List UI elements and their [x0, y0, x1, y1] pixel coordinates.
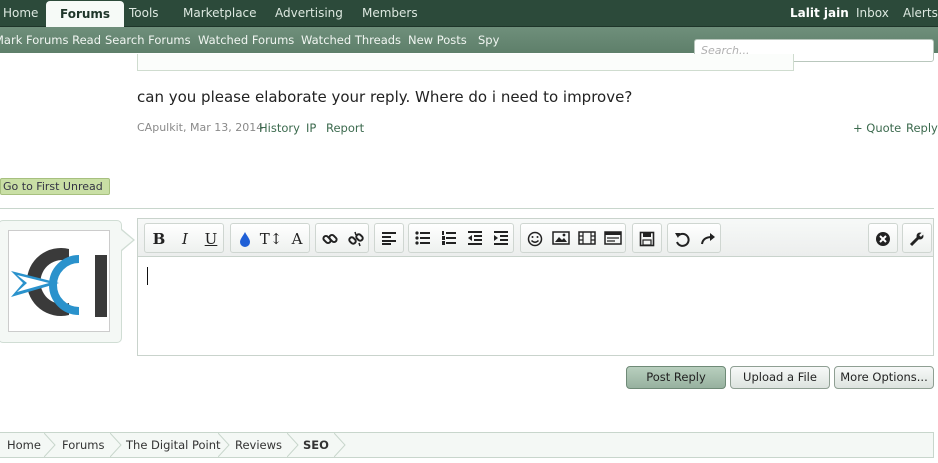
breadcrumb-chevron-icon [218, 433, 230, 457]
post-meta: CApulkit, Mar 13, 2014 [137, 121, 263, 134]
inbox-link[interactable]: Inbox [856, 0, 889, 27]
reply-editor-textarea[interactable] [137, 256, 934, 356]
undo-icon[interactable] [670, 228, 694, 250]
watched-threads-link[interactable]: Watched Threads [301, 27, 401, 53]
editor-toolbar: B I U T↕ A [137, 218, 934, 256]
post-date-link[interactable]: Mar 13, 2014 [190, 121, 263, 134]
tab-forums[interactable]: Forums [46, 1, 125, 28]
outdent-icon[interactable] [463, 228, 487, 250]
post-message-text: can you please elaborate your reply. Whe… [137, 88, 633, 106]
breadcrumb-chevron-icon [334, 433, 346, 457]
mark-forums-read-link[interactable]: Mark Forums Read [0, 27, 101, 53]
wrench-icon[interactable] [905, 228, 929, 250]
go-to-first-unread-button[interactable]: Go to First Unread [0, 178, 110, 195]
image-icon[interactable] [549, 228, 573, 250]
meta-separator: , [182, 121, 190, 134]
tab-members[interactable]: Members [362, 0, 418, 27]
quote-link[interactable]: + Quote [853, 121, 901, 135]
save-draft-icon[interactable] [635, 228, 659, 250]
avatar-card-pointer [121, 230, 133, 250]
toolbar-group-text-style: B I U [144, 223, 224, 253]
breadcrumb-chevron-icon [110, 433, 122, 457]
redo-icon[interactable] [696, 228, 720, 250]
bold-icon[interactable]: B [147, 228, 171, 250]
breadcrumb-forums[interactable]: Forums [62, 433, 104, 457]
avatar-logo-icon [11, 248, 107, 317]
upload-file-button[interactable]: Upload a File [730, 366, 830, 389]
user-account-link[interactable]: Lalit jain [790, 0, 849, 27]
search-forums-link[interactable]: Search Forums [105, 27, 191, 53]
section-divider [0, 208, 934, 209]
post-reply-button[interactable]: Post Reply [626, 366, 726, 389]
media-icon[interactable] [575, 228, 599, 250]
code-icon[interactable] [601, 228, 625, 250]
spy-link[interactable]: Spy [478, 27, 499, 53]
breadcrumb-home[interactable]: Home [7, 433, 41, 457]
post-author-link[interactable]: CApulkit [137, 121, 183, 134]
toolbar-group-history [667, 223, 721, 253]
text-color-icon[interactable] [233, 228, 257, 250]
toolbar-group-draft [632, 223, 662, 253]
align-left-icon[interactable] [377, 228, 401, 250]
text-caret [147, 267, 148, 285]
more-options-button[interactable]: More Options... [834, 366, 934, 389]
breadcrumb: Home Forums The Digital Point Reviews SE… [0, 432, 934, 458]
new-posts-link[interactable]: New Posts [408, 27, 467, 53]
breadcrumb-seo[interactable]: SEO [303, 433, 329, 457]
avatar[interactable] [8, 230, 110, 332]
indent-icon[interactable] [489, 228, 513, 250]
toolbar-group-settings [902, 223, 932, 253]
toolbar-group-font: T↕ A [230, 223, 310, 253]
font-size-icon[interactable]: T↕ [259, 228, 283, 250]
tab-home[interactable]: Home [3, 0, 38, 27]
post-ip-link[interactable]: IP [306, 121, 316, 135]
previous-post-bottom-edge [137, 54, 794, 71]
bullet-list-icon[interactable] [411, 228, 435, 250]
tab-advertising[interactable]: Advertising [275, 0, 343, 27]
toolbar-group-lists [408, 223, 514, 253]
reply-link[interactable]: Reply [906, 121, 938, 135]
breadcrumb-reviews[interactable]: Reviews [235, 433, 282, 457]
alerts-link[interactable]: Alerts [903, 0, 938, 27]
numbered-list-icon[interactable] [437, 228, 461, 250]
remove-format-icon[interactable] [871, 228, 895, 250]
unlink-icon[interactable] [344, 228, 368, 250]
breadcrumb-chevron-icon [44, 433, 56, 457]
toolbar-group-insert [520, 223, 626, 253]
top-navigation: Home Forums Tools Marketplace Advertisin… [0, 0, 938, 28]
post-report-link[interactable]: Report [326, 121, 364, 135]
toolbar-group-links [315, 223, 369, 253]
watched-forums-link[interactable]: Watched Forums [198, 27, 294, 53]
font-family-icon[interactable]: A [285, 228, 309, 250]
breadcrumb-chevron-icon [287, 433, 299, 457]
underline-icon[interactable]: U [199, 228, 223, 250]
breadcrumb-the-digital-point[interactable]: The Digital Point [126, 433, 221, 457]
toolbar-group-align [374, 223, 404, 253]
toolbar-group-remove [868, 223, 898, 253]
post-history-link[interactable]: History [259, 121, 300, 135]
tab-marketplace[interactable]: Marketplace [183, 0, 257, 27]
italic-icon[interactable]: I [173, 228, 197, 250]
link-icon[interactable] [318, 228, 342, 250]
tab-tools[interactable]: Tools [129, 0, 159, 27]
smilie-icon[interactable] [523, 228, 547, 250]
